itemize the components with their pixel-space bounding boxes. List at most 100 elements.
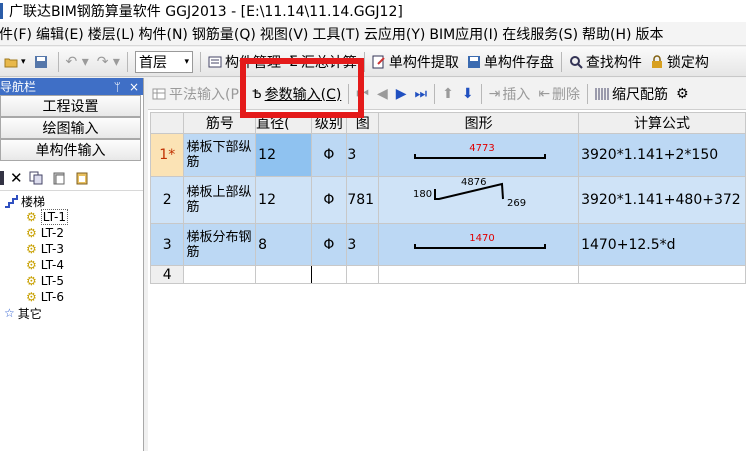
menu-online[interactable]: 在线服务(S) — [502, 24, 583, 44]
empty-cell[interactable] — [346, 265, 380, 284]
last-icon: ⏭ — [414, 85, 428, 102]
insert-button[interactable]: ⇥ 插入 — [485, 82, 535, 106]
tree-node-lt-5[interactable]: ⚙ LT-5 — [0, 273, 143, 289]
diameter-cell[interactable]: 8 — [255, 223, 312, 266]
redo-button[interactable]: ↷ ▾ — [93, 50, 124, 74]
move-down-button[interactable]: ⬇ — [458, 82, 478, 106]
new-icon[interactable] — [0, 170, 4, 185]
empty-cell[interactable] — [255, 265, 312, 284]
menu-cloud[interactable]: 云应用(Y) — [364, 24, 430, 44]
nav-drawing-input-button[interactable]: 绘图输入 — [0, 117, 141, 139]
formula-cell[interactable]: 3920*1.141+2*150 — [578, 133, 746, 177]
menu-component[interactable]: 构件(N) — [139, 24, 193, 44]
tree-node-lt-1[interactable]: ⚙ LT-1 — [0, 209, 143, 225]
nav-project-settings-button[interactable]: 工程设置 — [0, 95, 141, 117]
bar-name-cell[interactable]: 梯板下部纵筋 — [183, 133, 257, 177]
grade-cell[interactable]: Φ — [310, 223, 348, 266]
header-figure[interactable]: 图形 — [378, 112, 580, 134]
shape-cell[interactable]: 781 — [346, 176, 380, 224]
menu-bim[interactable]: BIM应用(I) — [429, 24, 503, 44]
shape-cell[interactable]: 3 — [346, 223, 380, 266]
row-number[interactable]: 2 — [149, 176, 185, 224]
tree-node-lt-4[interactable]: ⚙ LT-4 — [0, 257, 143, 273]
paste-icon[interactable] — [52, 171, 66, 185]
find-component-button[interactable]: 查找构件 — [565, 50, 646, 74]
grade-cell[interactable]: Φ — [310, 133, 348, 177]
move-up-button[interactable]: ⬆ — [438, 82, 458, 106]
tree-node-lt-6[interactable]: ⚙ LT-6 — [0, 289, 143, 305]
delete-button[interactable]: ⇤ 删除 — [534, 82, 584, 106]
figure-cell[interactable]: 1470 — [378, 223, 580, 266]
next-record-button[interactable]: ▶ — [392, 82, 411, 106]
single-save-button[interactable]: 单构件存盘 — [463, 50, 558, 74]
bar-name-cell[interactable]: 梯板分布钢筋 — [183, 223, 257, 266]
last-record-button[interactable]: ⏭ — [411, 82, 432, 106]
single-save-label: 单构件存盘 — [483, 54, 554, 71]
tree-node-label: LT-5 — [40, 274, 64, 288]
shape-cell[interactable]: 3 — [346, 133, 380, 177]
formula-cell[interactable]: 1470+12.5*d — [578, 223, 746, 266]
menu-bar: 件(F) 编辑(E) 楼层(L) 构件(N) 钢筋量(Q) 视图(V) 工具(T… — [0, 22, 746, 46]
figure-cell[interactable]: 180 4876 269 — [378, 176, 580, 224]
floor-select[interactable]: 首层 ▾ — [134, 50, 193, 73]
undo-button[interactable]: ↶ ▾ — [62, 50, 93, 74]
delete-icon[interactable]: ✕ — [10, 169, 23, 187]
menu-rebar-qty[interactable]: 钢筋量(Q) — [192, 24, 261, 44]
bar-name-cell[interactable]: 梯板上部纵筋 — [183, 176, 257, 224]
lock-component-button[interactable]: 锁定构 — [646, 50, 713, 74]
pin-icon[interactable]: ᛘ — [114, 80, 121, 94]
gear-icon: ⚙ — [26, 258, 37, 272]
tree-node-stairs[interactable]: 楼梯 — [0, 193, 143, 209]
empty-cell[interactable] — [310, 265, 348, 284]
formula-cell[interactable]: 3920*1.141+480+372 — [578, 176, 746, 224]
diameter-cell[interactable]: 12 — [255, 133, 312, 177]
menu-help[interactable]: 帮助(H) — [582, 24, 636, 44]
empty-cell[interactable] — [378, 265, 580, 284]
scale-rebar-label: 缩尺配筋 — [612, 86, 669, 103]
find-component-label: 查找构件 — [585, 54, 642, 71]
menu-view[interactable]: 视图(V) — [260, 24, 314, 44]
empty-cell[interactable] — [183, 265, 257, 284]
diameter-cell[interactable]: 12 — [255, 176, 312, 224]
floor-value: 首层 — [138, 54, 167, 71]
main-panel: 平法输入(P) Ѣ 参数输入(C) ⏮ ◀ ▶ ⏭ ⬆ ⬇ ⇥ 插入 ⇤ 删除 … — [148, 78, 746, 451]
row-number[interactable]: 3 — [149, 223, 185, 266]
tree-node-stairs-label: 楼梯 — [21, 194, 46, 209]
flat-input-button[interactable]: 平法输入(P) — [148, 82, 248, 106]
table-row[interactable]: 3 梯板分布钢筋 8 Φ 3 1470 1470+12.5*d — [149, 223, 746, 266]
menu-tools[interactable]: 工具(T) — [312, 24, 364, 44]
single-extract-button[interactable]: 单构件提取 — [368, 50, 463, 74]
save-button[interactable] — [30, 50, 55, 74]
window-title: 广联达BIM钢筋算量软件 GGJ2013 - [E:\11.14\11.14.G… — [9, 4, 403, 20]
bent-bar-figure: 180 4876 269 — [413, 178, 526, 210]
copy-icon[interactable] — [29, 171, 43, 185]
open-folder-button[interactable]: ▾ — [0, 50, 30, 74]
table-row[interactable]: 2 梯板上部纵筋 12 Φ 781 180 4876 269 3920*1.14… — [149, 176, 746, 224]
table-row[interactable]: 4 — [149, 265, 746, 284]
menu-version[interactable]: 版本 — [635, 24, 668, 44]
tree-toolbar: ✕ — [0, 165, 143, 191]
menu-edit[interactable]: 编辑(E) — [36, 24, 89, 44]
stairs-icon — [5, 195, 18, 208]
more-tools-button[interactable]: ⚙ — [672, 82, 693, 106]
row-number[interactable]: 4 — [149, 265, 185, 284]
close-icon[interactable]: × — [129, 80, 139, 94]
figure-cell[interactable]: 4773 — [378, 133, 580, 177]
empty-cell[interactable] — [578, 265, 746, 284]
tree-node-other[interactable]: ☆ 其它 — [0, 305, 143, 321]
scale-rebar-button[interactable]: 缩尺配筋 — [591, 82, 672, 106]
tree-node-lt-3[interactable]: ⚙ LT-3 — [0, 241, 143, 257]
row-number[interactable]: 1* — [149, 133, 185, 177]
table-row[interactable]: 1* 梯板下部纵筋 12 Φ 3 4773 3920*1.141+2*150 — [149, 133, 746, 177]
menu-file[interactable]: 件(F) — [0, 24, 37, 44]
clipboard-icon[interactable] — [75, 171, 89, 185]
straight-bar-figure: 4773 — [414, 143, 547, 159]
tree-node-lt-2[interactable]: ⚙ LT-2 — [0, 225, 143, 241]
tree-node-label: LT-6 — [40, 290, 64, 304]
prev-record-button[interactable]: ◀ — [373, 82, 392, 106]
settings-icon: ⚙ — [676, 85, 689, 102]
header-formula[interactable]: 计算公式 — [578, 112, 746, 134]
grade-cell[interactable]: Φ — [310, 176, 348, 224]
menu-floor[interactable]: 楼层(L) — [88, 24, 140, 44]
nav-single-component-button[interactable]: 单构件输入 — [0, 139, 141, 161]
